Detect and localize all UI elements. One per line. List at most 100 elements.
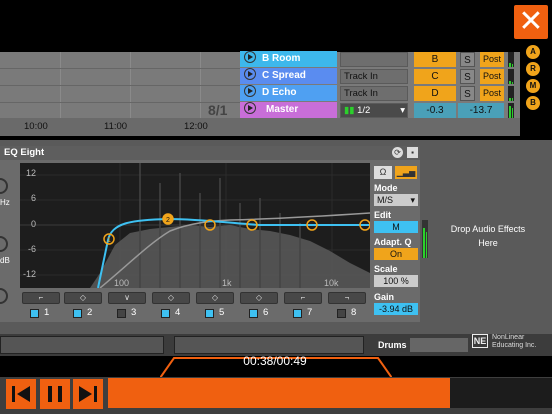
pause-button[interactable]	[40, 379, 70, 409]
mode-value: M/S	[377, 195, 394, 205]
solo-c[interactable]: S	[460, 69, 475, 84]
db-label: 0	[30, 219, 36, 229]
track-b-room[interactable]: B Room	[240, 51, 337, 67]
routing-d-echo[interactable]: Track In	[340, 86, 408, 101]
brand-text: NonLinear Educating Inc.	[492, 334, 536, 350]
track-d-echo[interactable]: D Echo	[240, 85, 337, 101]
band-5-toggle[interactable]	[205, 309, 214, 318]
master-routing-value: 1/2	[357, 105, 371, 116]
side-button-r[interactable]: R	[526, 62, 540, 76]
drop-zone-line2: Here	[478, 238, 498, 248]
freq-unit-label: Hz	[0, 198, 10, 207]
top-bar	[0, 0, 552, 52]
band-8-toggle[interactable]	[337, 309, 346, 318]
side-button-a[interactable]: A	[526, 45, 540, 59]
band-7-toggle[interactable]	[293, 309, 302, 318]
ruler-tick: 10:00	[24, 121, 48, 132]
save-preset-icon[interactable]: ▪	[407, 147, 418, 158]
brand-line1: NonLinear	[492, 334, 525, 341]
master-meter-icon: ▮▮	[344, 105, 355, 116]
track-c-spread[interactable]: C Spread	[240, 68, 337, 84]
scale-label: Scale	[374, 264, 398, 274]
band-number: 8	[351, 307, 357, 318]
send-d[interactable]: D	[414, 86, 456, 101]
band-4-toggle[interactable]	[161, 309, 170, 318]
play-icon[interactable]	[244, 102, 256, 114]
ruler-tick: 12:00	[184, 121, 208, 132]
solo-b[interactable]: S	[460, 52, 475, 67]
freq-label: 1k	[222, 278, 232, 288]
band-2-toggle[interactable]	[73, 309, 82, 318]
mode-select[interactable]: M/S ▾	[374, 194, 418, 206]
analyzer-icon[interactable]: ▁▃▅	[395, 166, 417, 179]
hot-swap-icon[interactable]: ⟳	[392, 147, 403, 158]
db-label: -6	[27, 244, 36, 254]
close-icon: ✕	[518, 4, 544, 39]
play-icon[interactable]	[244, 85, 256, 97]
band-1-filter-type[interactable]: ⌐	[22, 292, 60, 304]
db-label: 6	[30, 193, 36, 203]
track-name: D Echo	[262, 87, 297, 98]
progress-fill	[108, 378, 450, 408]
db-label: 12	[25, 168, 36, 178]
eq-header	[0, 146, 420, 160]
close-button[interactable]: ✕	[514, 5, 548, 39]
band-7-filter-type[interactable]: ⌐	[284, 292, 322, 304]
skip-back-button[interactable]	[6, 379, 36, 409]
band-number: 4	[175, 307, 181, 318]
svg-text:2: 2	[166, 217, 170, 224]
clip-panel-right[interactable]	[174, 336, 364, 354]
band-6-filter-type[interactable]: ◇	[240, 292, 278, 304]
routing-master[interactable]: ▮▮ 1/2 ▾	[340, 103, 408, 118]
eq-curve-svg[interactable]: 1 2	[20, 163, 371, 289]
skip-forward-button[interactable]	[73, 379, 103, 409]
output-meter	[422, 220, 428, 258]
band-6-toggle[interactable]	[249, 309, 258, 318]
ruler-tick: 11:00	[104, 121, 128, 132]
track-master[interactable]: Master	[240, 102, 337, 118]
bell-icon: ◇	[79, 293, 87, 302]
freq-label: 100	[114, 278, 130, 288]
drop-zone-line1: Drop Audio Effects	[450, 224, 526, 234]
play-icon[interactable]	[244, 68, 256, 80]
master-volume[interactable]: -0.3	[414, 103, 456, 118]
level-meter	[508, 69, 514, 84]
band-2-filter-type[interactable]: ◇	[64, 292, 102, 304]
headphone-icon[interactable]: Ω	[374, 166, 392, 179]
band-4-filter-type[interactable]: ◇	[152, 292, 190, 304]
band-1-toggle[interactable]	[30, 309, 39, 318]
scale-value[interactable]: 100 %	[374, 275, 418, 287]
solo-d[interactable]: S	[460, 86, 475, 101]
band-3-filter-type[interactable]: ∨	[108, 292, 146, 304]
clip-panel-left[interactable]	[0, 336, 164, 354]
post-c[interactable]: Post	[480, 69, 504, 84]
db-label: -12	[22, 269, 36, 279]
master-pan[interactable]: -13.7	[458, 103, 504, 118]
eq-display[interactable]: 1 2	[20, 163, 371, 289]
time-ruler[interactable]	[0, 118, 520, 136]
post-d[interactable]: Post	[480, 86, 504, 101]
play-icon[interactable]	[244, 51, 256, 63]
brand-logo: NE	[472, 334, 488, 348]
track-drums-label: Drums	[378, 340, 407, 350]
scene-marker: 8/1	[208, 102, 228, 118]
send-c[interactable]: C	[414, 69, 456, 84]
routing-b-room[interactable]	[340, 52, 408, 67]
routing-c-spread[interactable]: Track In	[340, 69, 408, 84]
device-chain-overview[interactable]	[410, 338, 468, 352]
adaptive-q-toggle[interactable]: On	[374, 248, 418, 260]
band-3-toggle[interactable]	[117, 309, 126, 318]
edit-channel-button[interactable]: M	[374, 221, 418, 233]
band-number: 5	[219, 307, 225, 318]
band-8-filter-type[interactable]: ¬	[328, 292, 366, 304]
send-b[interactable]: B	[414, 52, 456, 67]
band-5-filter-type[interactable]: ◇	[196, 292, 234, 304]
band-number: 2	[87, 307, 93, 318]
gain-value[interactable]: -3.94 dB	[374, 303, 418, 315]
post-b[interactable]: Post	[480, 52, 504, 67]
bell-icon: ◇	[167, 293, 175, 302]
side-button-b[interactable]: B	[526, 96, 540, 110]
band-number: 3	[131, 307, 137, 318]
side-button-m[interactable]: M	[526, 79, 540, 93]
skip-forward-icon	[79, 386, 97, 402]
